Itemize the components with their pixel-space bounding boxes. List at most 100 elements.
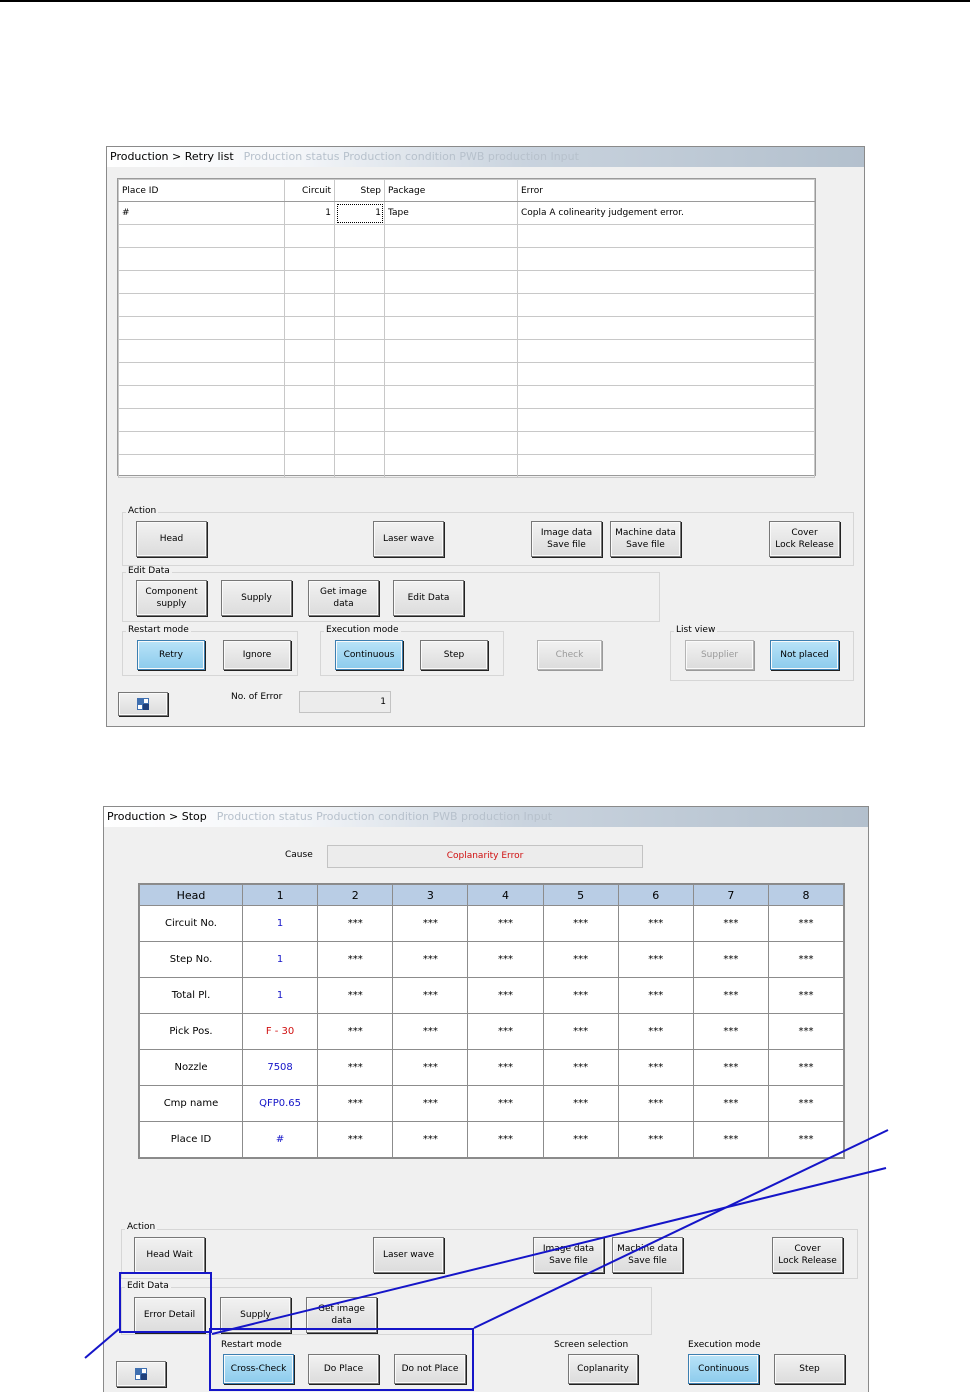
table-cell [118,293,285,317]
head-5-value: *** [542,1049,619,1086]
table-cell [384,316,518,340]
stop-window-switch-button[interactable] [116,1361,166,1387]
table-cell [384,270,518,294]
retry-list-table[interactable]: Place ID Circuit Step Package Error #1 1 T… [117,178,816,478]
column-header-circuit[interactable]: Circuit [284,179,335,202]
stop-window-titlebar: Production > Stop Production status Produ… [104,807,868,827]
head-row-label: Total Pl. [139,977,243,1014]
step-button[interactable]: Step [420,640,488,670]
coplanarity-button[interactable]: Coplanarity [568,1354,638,1384]
table-row[interactable] [118,454,815,478]
head-table-header: Head 1 2 3 4 5 6 7 8 [139,884,845,906]
laser-wave-button[interactable]: Laser wave [373,521,444,557]
table-row[interactable] [118,362,815,386]
window-switch-icon [137,698,149,710]
stop-window-title: Production > Stop [107,810,207,823]
table-cell [334,270,385,294]
table-row[interactable] [118,385,815,409]
table-row[interactable] [118,431,815,455]
retry-button[interactable]: Retry [137,640,205,670]
get-image-data-button[interactable]: Get image data [308,580,379,616]
column-header-place-id[interactable]: Place ID [118,179,285,202]
table-cell [334,224,385,248]
head-button[interactable]: Head [136,521,207,557]
table-cell [517,362,815,386]
head-row-label: Nozzle [139,1049,243,1086]
retry-list-window: Production > Retry list Production status… [106,146,865,727]
table-cell [284,385,335,409]
table-cell [517,385,815,409]
head-3-value: *** [392,1121,469,1158]
table-cell [384,431,518,455]
stop-machine-data-save-button[interactable]: Machine data Save file [612,1237,683,1273]
ignore-button[interactable]: Ignore [223,640,291,670]
table-row[interactable] [118,316,815,340]
stop-step-button[interactable]: Step [774,1354,845,1384]
head-1-value: 1 [241,905,319,942]
table-row[interactable]: #1 1 Tape Copla A colinearity judgement err… [118,201,815,225]
edit-data-group-label: Edit Data [126,566,172,577]
head-3-value: *** [392,905,469,942]
edit-data-button[interactable]: Edit Data [393,580,464,616]
page-top-rule [0,0,970,2]
table-cell [284,408,335,432]
stop-image-data-save-button[interactable]: Image data Save file [533,1237,604,1273]
table-cell [118,454,285,478]
table-cell [118,224,285,248]
stop-laser-wave-button[interactable]: Laser wave [373,1237,444,1273]
stop-continuous-button[interactable]: Continuous [688,1354,759,1384]
continuous-button[interactable]: Continuous [335,640,403,670]
table-row[interactable] [118,293,815,317]
supplier-button[interactable]: Supplier [685,640,754,670]
table-cell [334,293,385,317]
table-row[interactable] [118,339,815,363]
head-3-value: *** [392,1049,469,1086]
table-cell [118,385,285,409]
window-switch-button[interactable] [118,692,168,716]
head-7-value: *** [692,1121,769,1158]
restart-mode-highlight-box [209,1328,474,1391]
column-header-step[interactable]: Step [334,179,385,202]
column-header-error[interactable]: Error [517,179,815,202]
image-data-save-button[interactable]: Image data Save file [531,521,602,557]
stop-action-group-label: Action [125,1222,158,1233]
machine-data-save-button[interactable]: Machine data Save file [610,521,681,557]
table-row[interactable] [118,247,815,271]
head-table-row: Total Pl. 1 *** *** *** *** *** *** *** [139,977,845,1014]
table-row[interactable] [118,224,815,248]
stop-cover-lock-release-button[interactable]: Cover Lock Release [772,1237,843,1273]
head-wait-button[interactable]: Head Wait [134,1237,205,1273]
head-8-value: *** [767,1049,845,1086]
table-cell [384,408,518,432]
cover-lock-release-button[interactable]: Cover Lock Release [769,521,840,557]
retry-table-header: Place ID Circuit Step Package Error [118,179,815,202]
retry-window-title-faint: Production status Production condition P… [243,150,579,163]
head-column-1: 1 [241,884,319,906]
component-supply-button[interactable]: Component supply [136,580,207,616]
execution-mode-group-label: Execution mode [324,625,401,636]
table-cell: 1 [284,201,335,225]
table-cell [284,454,335,478]
action-group-label: Action [126,506,159,517]
head-8-value: *** [767,941,845,978]
head-table-row: Nozzle 7508 *** *** *** *** *** *** *** [139,1049,845,1086]
head-status-table: Head 1 2 3 4 5 6 7 8 Circuit No. 1 *** *** *… [138,883,845,1159]
head-6-value: *** [617,1085,694,1122]
supply-button[interactable]: Supply [221,580,292,616]
table-cell [384,385,518,409]
not-placed-button[interactable]: Not placed [770,640,839,670]
table-cell [334,431,385,455]
head-7-value: *** [692,941,769,978]
table-row[interactable] [118,408,815,432]
column-header-package[interactable]: Package [384,179,518,202]
head-column-3: 3 [392,884,469,906]
head-6-value: *** [617,1121,694,1158]
table-row[interactable] [118,270,815,294]
check-button[interactable]: Check [537,640,602,670]
head-5-value: *** [542,941,619,978]
table-cell [284,247,335,271]
table-cell [334,408,385,432]
head-5-value: *** [542,905,619,942]
table-cell [517,431,815,455]
stop-window-switch-icon [135,1368,147,1380]
